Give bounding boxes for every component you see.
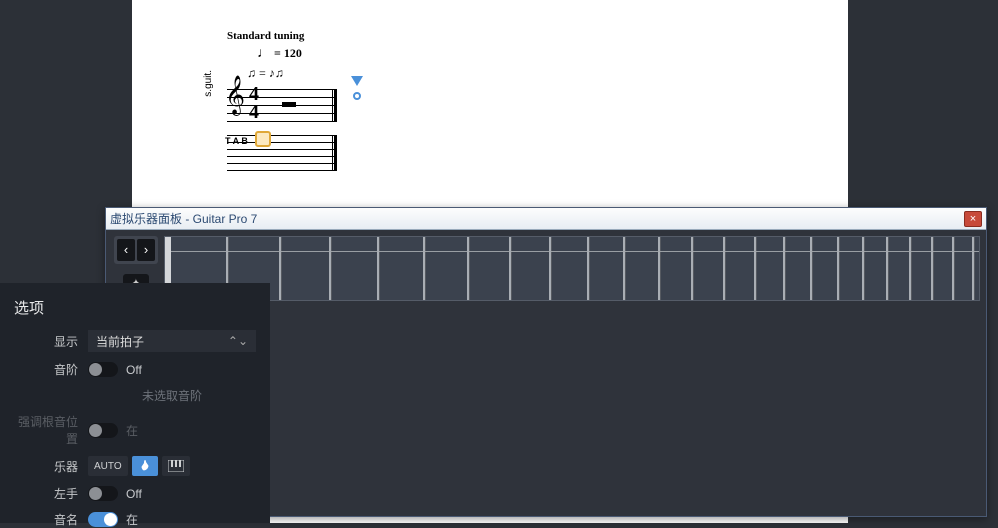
root-state: 在	[126, 422, 138, 439]
note-name-state: 在	[126, 511, 138, 528]
scale-state: Off	[126, 363, 142, 377]
fret-wire	[623, 237, 625, 301]
fret-wire	[886, 237, 888, 301]
display-value: 当前拍子	[96, 333, 144, 350]
row-note-names: 音名 在	[14, 511, 256, 528]
final-barline	[332, 135, 337, 170]
instrument-segmented: AUTO	[88, 456, 190, 476]
swing-feel: ♫ = ♪♫	[247, 66, 427, 81]
row-scale: 音阶 Off	[14, 361, 256, 378]
fret-wire	[549, 237, 551, 301]
final-barline	[332, 89, 337, 121]
piano-icon	[168, 460, 184, 472]
playhead-marker[interactable]	[351, 75, 363, 107]
score-region[interactable]: s.guit. Standard tuning ♩ = 120 ♫ = ♪♫ 𝄞…	[227, 30, 427, 171]
fretboard[interactable]	[164, 236, 980, 301]
track-label: s.guit.	[203, 70, 214, 97]
row-instrument: 乐器 AUTO	[14, 456, 256, 476]
fret-wire	[837, 237, 839, 301]
notation-staff[interactable]: 𝄞 44	[227, 87, 337, 123]
scale-toggle[interactable]	[88, 362, 118, 377]
fret-wire	[658, 237, 660, 301]
treble-clef-icon: 𝄞	[225, 79, 245, 113]
guitar-icon	[138, 459, 152, 473]
row-root-emphasis: 强调根音位置 在	[14, 413, 256, 447]
left-hand-label: 左手	[14, 485, 78, 502]
instrument-auto-button[interactable]: AUTO	[88, 456, 128, 476]
fret-wire	[587, 237, 589, 301]
fret-wire	[329, 237, 331, 301]
fret-wire	[972, 237, 974, 301]
instrument-piano-button[interactable]	[162, 456, 190, 476]
instrument-guitar-button[interactable]	[132, 456, 158, 476]
left-hand-state: Off	[126, 487, 142, 501]
note-name-toggle[interactable]	[88, 512, 118, 527]
window-title: 虚拟乐器面板 - Guitar Pro 7	[110, 210, 964, 227]
tab-clef: T A B	[225, 137, 248, 146]
fret-wire	[377, 237, 379, 301]
fret-wire	[862, 237, 864, 301]
window-titlebar[interactable]: 虚拟乐器面板 - Guitar Pro 7 ×	[106, 208, 986, 230]
fret-wire	[952, 237, 954, 301]
next-button[interactable]: ›	[137, 239, 155, 261]
fret-wire	[279, 237, 281, 301]
tempo-marking: ♩ = 120	[257, 46, 427, 62]
fret-wire	[509, 237, 511, 301]
options-heading: 选项	[14, 297, 256, 318]
fret-wire	[723, 237, 725, 301]
options-panel: 选项 显示 当前拍子 ⌃⌄ 音阶 Off 未选取音阶 强调根音位置 在 乐器 A…	[0, 283, 270, 523]
left-hand-toggle[interactable]	[88, 486, 118, 501]
instrument-label: 乐器	[14, 458, 78, 475]
tablature-staff[interactable]: T A B	[227, 135, 337, 171]
fret-wire	[909, 237, 911, 301]
fret-wire	[423, 237, 425, 301]
string[interactable]	[171, 251, 980, 252]
row-scale-picker: 未选取音阶	[14, 387, 256, 404]
fret-wire	[467, 237, 469, 301]
scale-label: 音阶	[14, 361, 78, 378]
whole-rest	[282, 102, 296, 107]
tuning-label: Standard tuning	[227, 30, 427, 42]
note-name-label: 音名	[14, 511, 78, 528]
fret-wire	[931, 237, 933, 301]
display-select[interactable]: 当前拍子 ⌃⌄	[88, 330, 256, 352]
prev-button[interactable]: ‹	[117, 239, 135, 261]
fret-wire	[783, 237, 785, 301]
fret-wire	[754, 237, 756, 301]
close-button[interactable]: ×	[964, 211, 982, 227]
fret-wire	[810, 237, 812, 301]
display-label: 显示	[14, 333, 78, 350]
root-toggle	[88, 423, 118, 438]
time-signature: 44	[249, 85, 259, 121]
chevron-updown-icon: ⌃⌄	[228, 334, 248, 348]
row-display: 显示 当前拍子 ⌃⌄	[14, 330, 256, 352]
root-label: 强调根音位置	[14, 413, 78, 447]
row-left-hand: 左手 Off	[14, 485, 256, 502]
edit-cursor[interactable]	[255, 131, 271, 147]
scale-placeholder: 未选取音阶	[88, 387, 256, 404]
fret-wire	[691, 237, 693, 301]
